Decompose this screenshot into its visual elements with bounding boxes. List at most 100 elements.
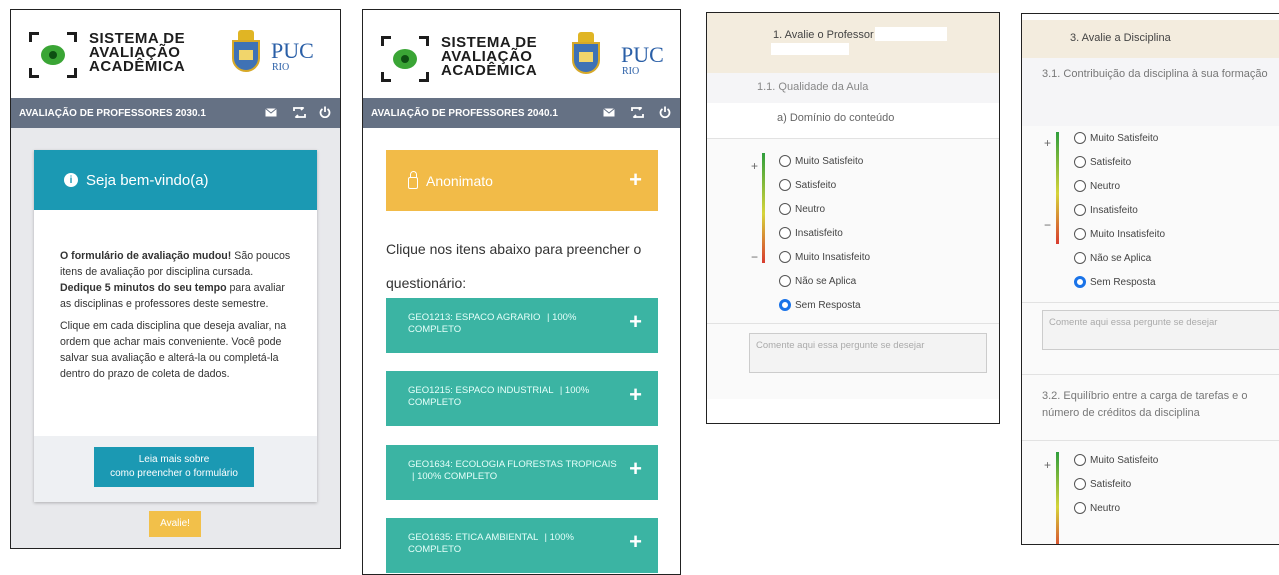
section-header: 3. Avalie a Disciplina [1022,20,1279,58]
discipline-list-panel: SISTEMA DE AVALIAÇÃO ACADÊMICA PUC RIO AVA… [362,9,681,575]
puc-crest-icon [567,32,605,78]
subsection-header: 1.1. Qualidade da Aula [707,73,999,103]
page-title: AVALIAÇÃO DE PROFESSORES 2030.1 [19,107,206,119]
option-muito-satisfeito[interactable]: Muito Satisfeito [1074,454,1158,466]
option-neutro[interactable]: Neutro [1074,502,1120,514]
evaluate-button[interactable]: Avalie! [149,511,201,537]
discipline-name: GEO1215: ESPACO INDUSTRIAL [408,385,554,396]
question-label: 3.2. Equilíbrio entre a carga de tarefas… [1042,390,1248,419]
option-satisfeito[interactable]: Satisfeito [779,179,836,191]
option-sem-resposta[interactable]: Sem Resposta [779,299,861,311]
option-nao-se-aplica[interactable]: Não se Aplica [1074,252,1151,264]
scale-plus-label: + [751,159,759,173]
divider [1022,302,1279,303]
comment-field[interactable]: Comente aqui essa pergunte se desejar [1042,310,1279,350]
option-satisfeito[interactable]: Satisfeito [1074,478,1131,490]
option-insatisfeito[interactable]: Insatisfeito [779,227,843,239]
expand-plus-icon[interactable]: + [629,531,642,553]
redacted-name [875,27,947,41]
discipline-item[interactable]: GEO1213: ESPACO AGRARIO | 100% COMPLETO … [386,298,658,353]
puc-logo-text: PUC [621,42,664,67]
mail-icon[interactable] [264,105,278,119]
anonymity-panel[interactable]: Anonimato + [386,150,658,211]
radio-button[interactable] [1074,502,1086,514]
option-muito-satisfeito[interactable]: Muito Satisfeito [779,155,863,167]
page-title: AVALIAÇÃO DE PROFESSORES 2040.1 [371,107,558,119]
radio-button[interactable] [779,155,791,167]
radio-button[interactable] [779,251,791,263]
radio-button[interactable] [1074,252,1086,264]
scale-minus-label: − [1044,218,1052,232]
scale-plus-label: + [1044,136,1052,150]
puc-logo-text: PUC [271,38,314,63]
power-icon[interactable] [658,105,672,119]
divider [1022,374,1279,375]
info-icon: i [64,173,78,187]
option-satisfeito[interactable]: Satisfeito [1074,156,1131,168]
welcome-screen-panel: SISTEMA DE AVALIAÇÃO ACADÊMICA PUC RIO AVA… [10,9,341,549]
sistema-logo-icon [381,36,429,82]
radio-button[interactable] [1074,454,1086,466]
discipline-item[interactable]: GEO1215: ESPACO INDUSTRIAL | 100% COMPLE… [386,371,658,426]
expand-plus-icon[interactable]: + [629,311,642,333]
read-more-button[interactable]: Leia mais sobre como preencher o formulár… [94,447,254,487]
radio-button[interactable] [1074,156,1086,168]
expand-plus-icon[interactable]: + [629,384,642,406]
option-muito-insatisfeito[interactable]: Muito Insatisfeito [1074,228,1165,240]
expand-plus-icon[interactable]: + [629,458,642,480]
radio-button[interactable] [1074,132,1086,144]
app-titlebar: AVALIAÇÃO DE PROFESSORES 2040.1 [363,98,680,128]
divider [1022,440,1279,441]
radio-button-selected[interactable] [1074,276,1086,288]
section-header: 1. Avalie o Professor [707,13,999,73]
option-muito-satisfeito[interactable]: Muito Satisfeito [1074,132,1158,144]
professor-evaluation-panel: 1. Avalie o Professor 1.1. Qualidade da … [706,12,1000,424]
switch-icon[interactable] [630,105,644,119]
satisfaction-scale-bar [1056,132,1059,244]
radio-button[interactable] [1074,204,1086,216]
radio-button[interactable] [1074,180,1086,192]
option-neutro[interactable]: Neutro [1074,180,1120,192]
question-label: a) Domínio do conteúdo [707,103,999,139]
scale-plus-label: + [1044,458,1052,472]
radio-button[interactable] [1074,478,1086,490]
redacted-name [771,43,849,55]
mail-icon[interactable] [602,105,616,119]
discipline-body: Anonimato + Clique nos itens abaixo para… [363,128,680,574]
satisfaction-scale-bar [1056,452,1059,544]
system-name: SISTEMA DE AVALIAÇÃO ACADÊMICA [89,30,186,75]
option-muito-insatisfeito[interactable]: Muito Insatisfeito [779,251,870,263]
radio-button[interactable] [779,203,791,215]
lock-icon [408,170,418,189]
radio-button[interactable] [779,227,791,239]
comment-field[interactable]: Comente aqui essa pergunte se desejar [749,333,987,373]
switch-icon[interactable] [292,105,306,119]
anonymity-label: Anonimato [426,172,493,189]
radio-button[interactable] [1074,228,1086,240]
section-title: 1. Avalie o Professor [773,29,874,41]
rating-options: + − Muito Satisfeito Satisfeito Neutro I… [1022,126,1279,544]
discipline-status: | 100% COMPLETO [412,471,498,482]
radio-button[interactable] [779,275,791,287]
power-icon[interactable] [318,105,332,119]
option-neutro[interactable]: Neutro [779,203,825,215]
card-footer: Leia mais sobre como preencher o formulár… [34,436,317,502]
instructions-text: Clique nos itens abaixo para preencher o… [386,241,642,291]
notice-bold-time: Dedique 5 minutos do seu tempo [60,282,227,294]
discipline-item[interactable]: GEO1635: ETICA AMBIENTAL | 100% COMPLETO… [386,518,658,573]
welcome-title: Seja bem-vindo(a) [86,171,209,189]
question-label: 3.1. Contribuição da disciplina à sua fo… [1022,58,1279,126]
option-nao-se-aplica[interactable]: Não se Aplica [779,275,856,287]
discipline-evaluation-panel: 3. Avalie a Disciplina 3.1. Contribuição… [1021,13,1279,545]
discipline-name: GEO1634: ECOLOGIA FLORESTAS TROPICAIS [408,459,617,470]
instructions-text: Clique em cada disciplina que deseja ava… [60,320,287,380]
section-title: 3. Avalie a Disciplina [1070,32,1171,44]
radio-button-selected[interactable] [779,299,791,311]
radio-button[interactable] [779,179,791,191]
expand-plus-icon[interactable]: + [629,167,642,193]
discipline-name: GEO1635: ETICA AMBIENTAL [408,532,538,543]
welcome-text: O formulário de avaliação mudou! São pou… [34,210,317,382]
option-insatisfeito[interactable]: Insatisfeito [1074,204,1138,216]
option-sem-resposta[interactable]: Sem Resposta [1074,276,1156,288]
discipline-item[interactable]: GEO1634: ECOLOGIA FLORESTAS TROPICAIS | … [386,445,658,500]
